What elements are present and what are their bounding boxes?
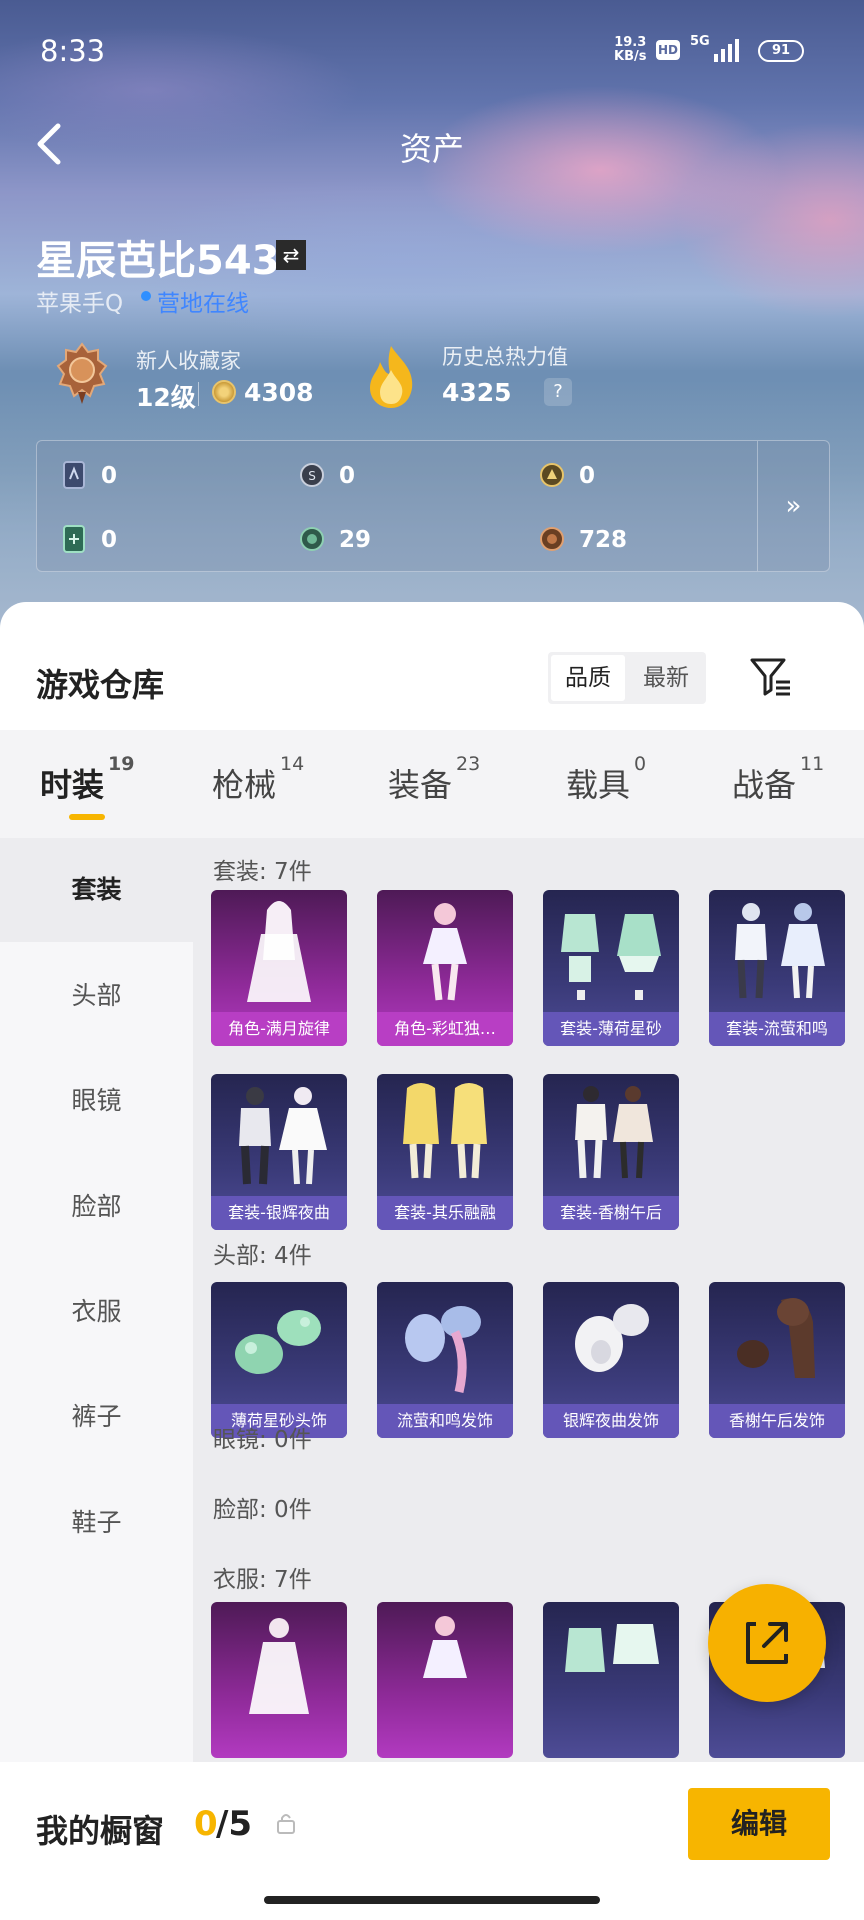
outfit-figure-icon (423, 903, 467, 1001)
online-status: 营地在线 (157, 291, 249, 317)
section-header: 头部: 4件 (213, 1243, 312, 1269)
switch-account-icon[interactable]: ⇄ (276, 240, 306, 270)
status-time: 8:33 (40, 34, 106, 68)
sidebar-item-head[interactable]: 头部 (0, 944, 193, 1048)
share-icon (746, 1622, 788, 1664)
showcase-bar: 我的橱窗 0 /5 编辑 (0, 1762, 864, 1920)
tab-vehicles[interactable]: 载具0 (566, 753, 646, 806)
item-card[interactable]: 角色-彩虹独… (377, 890, 513, 1046)
net-speed: 19.3 KB/s (614, 35, 647, 64)
dress-icon (423, 1616, 467, 1678)
lock-icon (277, 1814, 295, 1834)
heat-value: 4325 (442, 378, 512, 407)
item-card[interactable]: 套装-薄荷星砂 (543, 890, 679, 1046)
item-card[interactable]: 香榭午后发饰 (709, 1282, 845, 1438)
tab-gear[interactable]: 战备11 (732, 753, 824, 806)
sort-latest-button[interactable]: 最新 (628, 655, 704, 701)
signal-icon (714, 38, 744, 62)
jade-coin-icon (300, 527, 324, 551)
outfit-figure-icon (247, 901, 311, 1002)
online-dot-icon (141, 291, 151, 301)
username: 星辰芭比543 (36, 238, 280, 284)
network-type: 5G (690, 34, 710, 49)
section-header: 脸部: 0件 (213, 1497, 312, 1523)
home-indicator (264, 1896, 600, 1904)
hair-accessory-icon (737, 1298, 815, 1378)
rank-name: 新人收藏家 (136, 349, 241, 373)
status-bar: 8:33 19.3 KB/s HD 5G 91 (0, 0, 864, 100)
divider (198, 382, 199, 406)
profile-header: 8:33 19.3 KB/s HD 5G 91 资产 星辰芭比543 ⇄ 苹果手Q… (0, 0, 864, 640)
subcategory-sidebar: 套装 头部 眼镜 脸部 衣服 裤子 鞋子 (0, 838, 193, 1782)
silver-coin-icon: S (300, 463, 324, 487)
warehouse-title: 游戏仓库 (36, 666, 165, 704)
section-header: 衣服: 7件 (213, 1567, 312, 1593)
item-card[interactable]: 套装-流萤和鸣 (709, 890, 845, 1046)
item-card[interactable] (377, 1602, 513, 1758)
outfit-set-icon (561, 914, 661, 1000)
item-card[interactable]: 银辉夜曲发饰 (543, 1282, 679, 1438)
outfit-set-icon (575, 1086, 653, 1179)
item-card[interactable] (543, 1602, 679, 1758)
item-card[interactable]: 角色-满月旋律 (211, 890, 347, 1046)
gold-coin-icon (540, 463, 564, 487)
section-header: 眼镜: 0件 (213, 1427, 312, 1453)
card-dark-icon (63, 461, 85, 489)
sidebar-item-face[interactable]: 脸部 (0, 1155, 193, 1259)
warehouse-sheet: 游戏仓库 品质 最新 时装19 枪械14 装备23 载具0 战备11 套装 头部… (0, 602, 864, 1920)
outfit-set-icon (239, 1087, 327, 1185)
bronze-coin-icon (540, 527, 564, 551)
hair-accessory-icon (575, 1304, 649, 1372)
outfit-set-icon (735, 903, 825, 999)
showcase-count: 0 (194, 1804, 218, 1844)
dress-icon (249, 1618, 309, 1714)
item-card[interactable]: 流萤和鸣发饰 (377, 1282, 513, 1438)
card-green-icon (63, 525, 85, 553)
showcase-total: /5 (216, 1804, 253, 1844)
rank-medal-icon (56, 342, 108, 404)
filter-icon[interactable] (748, 654, 792, 698)
item-card[interactable] (211, 1602, 347, 1758)
showcase-label: 我的橱窗 (36, 1812, 165, 1850)
share-button[interactable] (708, 1584, 826, 1702)
sidebar-item-shoes[interactable]: 鞋子 (0, 1471, 193, 1575)
currency-more-button[interactable]: » (757, 441, 829, 571)
rank-level: 12级 (136, 383, 196, 412)
edit-button[interactable]: 编辑 (688, 1788, 830, 1860)
points-coin-icon (212, 380, 236, 404)
points-value: 4308 (244, 378, 314, 407)
tab-guns[interactable]: 枪械14 (212, 753, 304, 806)
help-button[interactable]: ? (544, 378, 572, 406)
category-tabs: 时装19 枪械14 装备23 载具0 战备11 (0, 730, 864, 838)
sort-toggle: 品质 最新 (548, 652, 706, 704)
hair-accessory-icon (405, 1306, 481, 1394)
outfit-set-icon (403, 1083, 487, 1179)
battery-icon: 91 (758, 40, 804, 62)
tab-equipment[interactable]: 装备23 (388, 753, 480, 806)
active-tab-indicator (69, 814, 105, 820)
sidebar-item-glasses[interactable]: 眼镜 (0, 1049, 193, 1153)
sidebar-item-sets[interactable]: 套装 (0, 838, 193, 942)
platform-label: 苹果手Q (36, 291, 124, 317)
hd-badge: HD (656, 40, 680, 60)
page-title: 资产 (399, 130, 464, 168)
top-icon (565, 1624, 659, 1672)
sidebar-item-clothes[interactable]: 衣服 (0, 1260, 193, 1364)
hair-accessory-icon (235, 1310, 321, 1374)
flame-icon (370, 346, 413, 408)
sidebar-item-pants[interactable]: 裤子 (0, 1365, 193, 1469)
svg-text:S: S (308, 469, 316, 483)
sort-quality-button[interactable]: 品质 (551, 655, 625, 701)
item-card[interactable]: 套装-香榭午后 (543, 1074, 679, 1230)
item-card[interactable]: 薄荷星砂头饰 (211, 1282, 347, 1438)
item-card[interactable]: 套装-其乐融融 (377, 1074, 513, 1230)
section-header: 套装: 7件 (213, 859, 312, 885)
tab-fashion[interactable]: 时装19 (40, 753, 134, 806)
item-card[interactable]: 套装-银辉夜曲 (211, 1074, 347, 1230)
heat-label: 历史总热力值 (442, 345, 568, 369)
currency-panel: 0 S 0 0 0 29 728 » (36, 440, 830, 572)
